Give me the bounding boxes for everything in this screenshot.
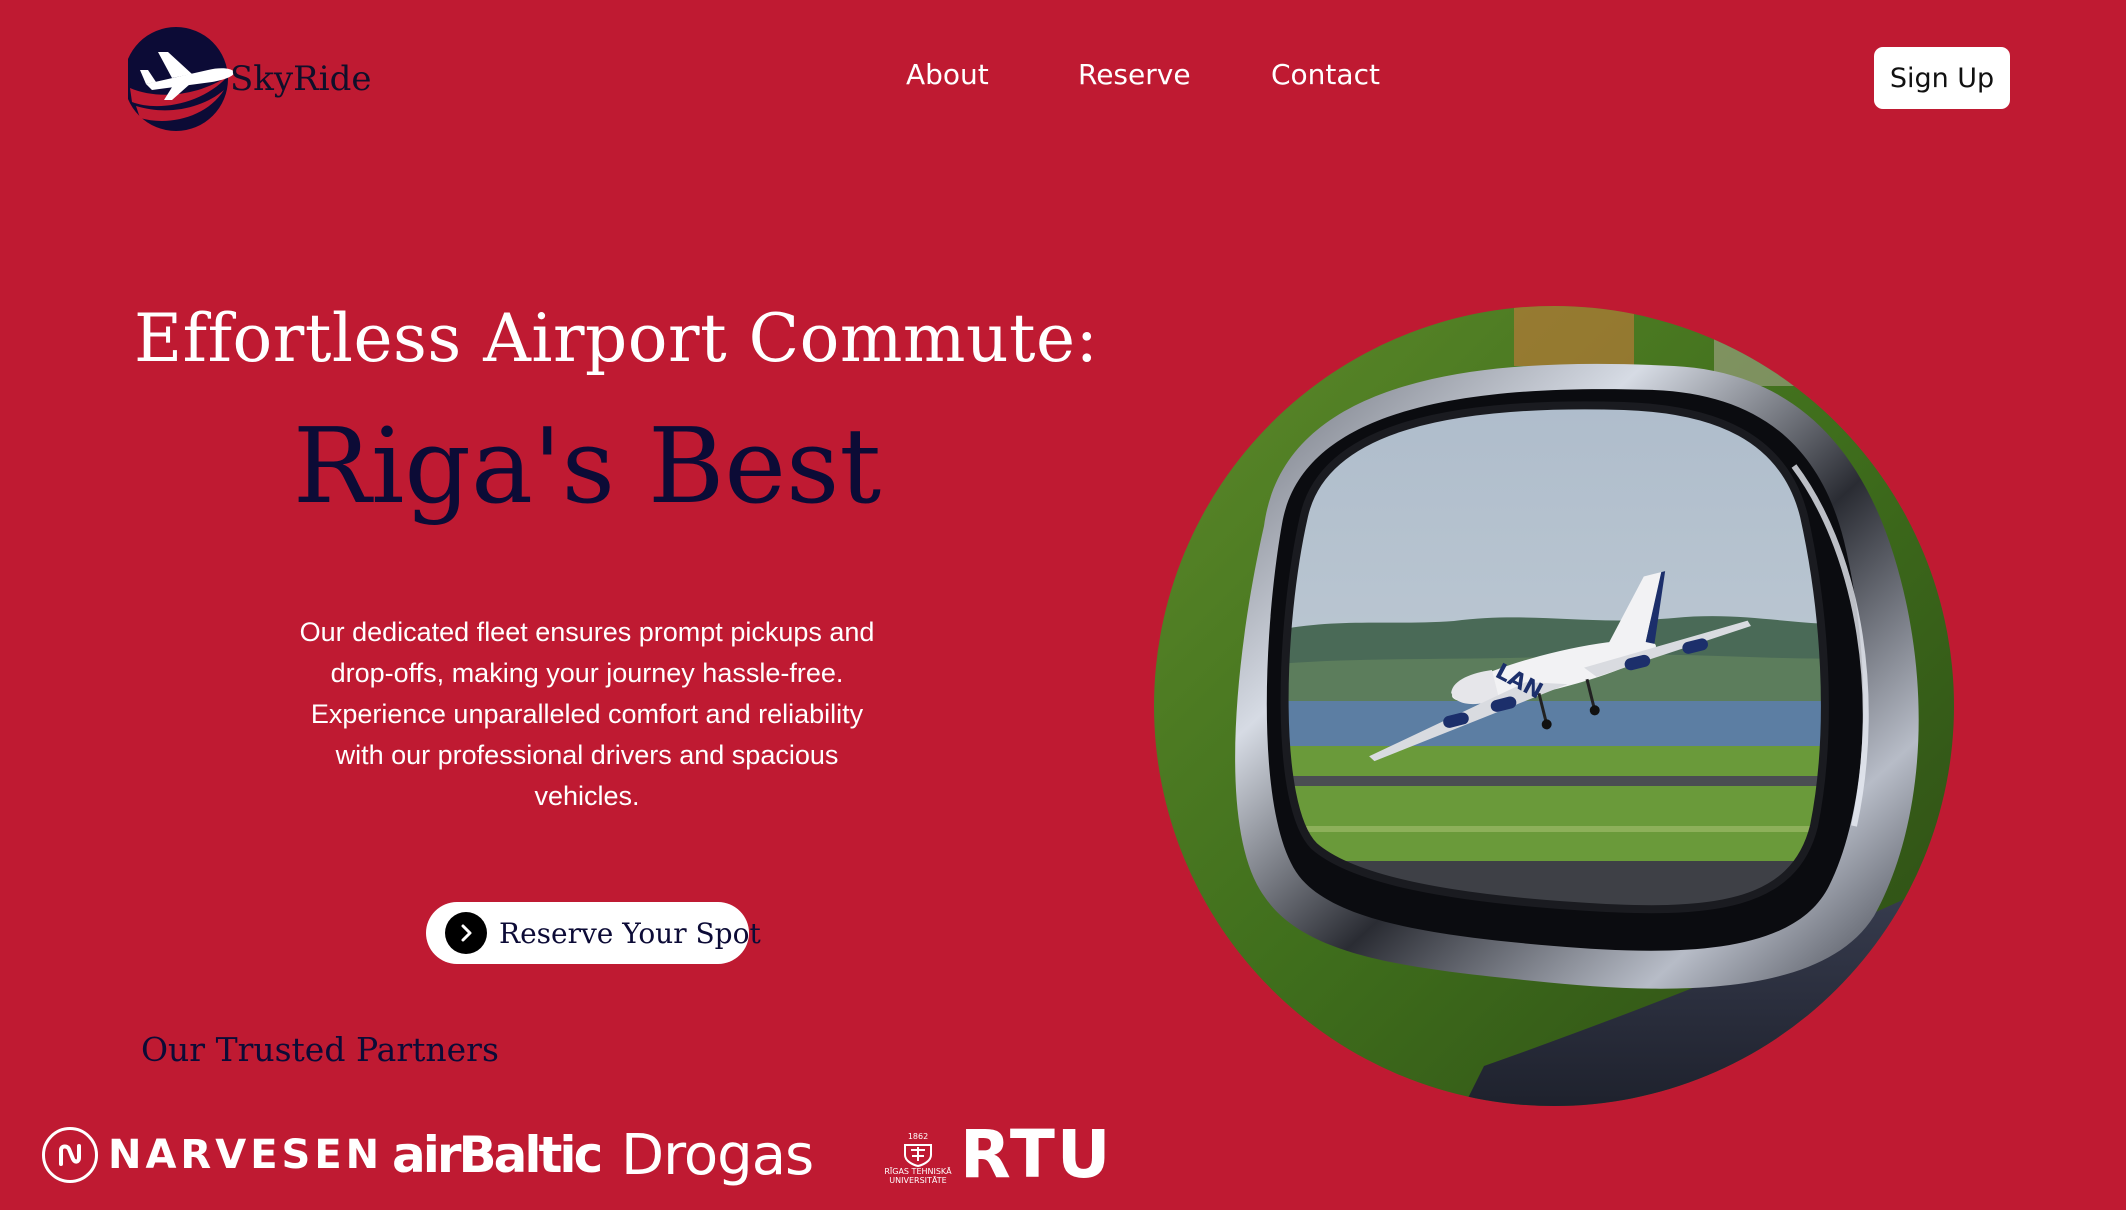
- reserve-your-spot-label: Reserve Your Spot: [499, 916, 761, 950]
- narvesen-wordmark: NARVESEN: [108, 1132, 384, 1178]
- rtu-wordmark: RTU: [960, 1116, 1113, 1193]
- sign-up-button[interactable]: Sign Up: [1874, 47, 2010, 109]
- narvesen-n-icon: [42, 1127, 98, 1183]
- partner-logo-airbaltic: airBaltic: [392, 1120, 603, 1190]
- nav-link-contact[interactable]: Contact: [1271, 58, 1380, 91]
- partners-heading: Our Trusted Partners: [141, 1030, 499, 1069]
- partner-logo-narvesen: NARVESEN: [42, 1120, 383, 1190]
- hero-accent-title: Riga's Best: [292, 405, 882, 527]
- rtu-seal-text: RĪGAS TEHNISKĀ UNIVERSITĀTE: [884, 1167, 952, 1185]
- rtu-seal-year: 1862: [907, 1132, 929, 1141]
- partner-logo-drogas: Drogas: [621, 1120, 814, 1190]
- rtu-crest-icon: 1862 RĪGAS TEHNISKĀ UNIVERSITĀTE: [882, 1125, 954, 1185]
- nav-link-reserve[interactable]: Reserve: [1078, 58, 1191, 91]
- reserve-your-spot-button[interactable]: Reserve Your Spot: [426, 902, 761, 964]
- main-nav: About Reserve Contact: [0, 58, 2126, 98]
- airbaltic-wordmark: airBaltic: [392, 1126, 603, 1184]
- drogas-wordmark: Drogas: [621, 1122, 814, 1188]
- chevron-right-icon: [445, 912, 487, 954]
- nav-link-about[interactable]: About: [906, 58, 989, 91]
- hero-image-airplane-in-mirror: LAN: [1154, 306, 1954, 1106]
- landing-page: SkyRide About Reserve Contact Sign Up Ef…: [0, 0, 2126, 1210]
- hero-description: Our dedicated fleet ensures prompt picku…: [299, 617, 875, 811]
- partner-logo-rtu: 1862 RĪGAS TEHNISKĀ UNIVERSITĀTE RTU: [882, 1120, 1112, 1190]
- hero-title: Effortless Airport Commute:: [134, 300, 1099, 377]
